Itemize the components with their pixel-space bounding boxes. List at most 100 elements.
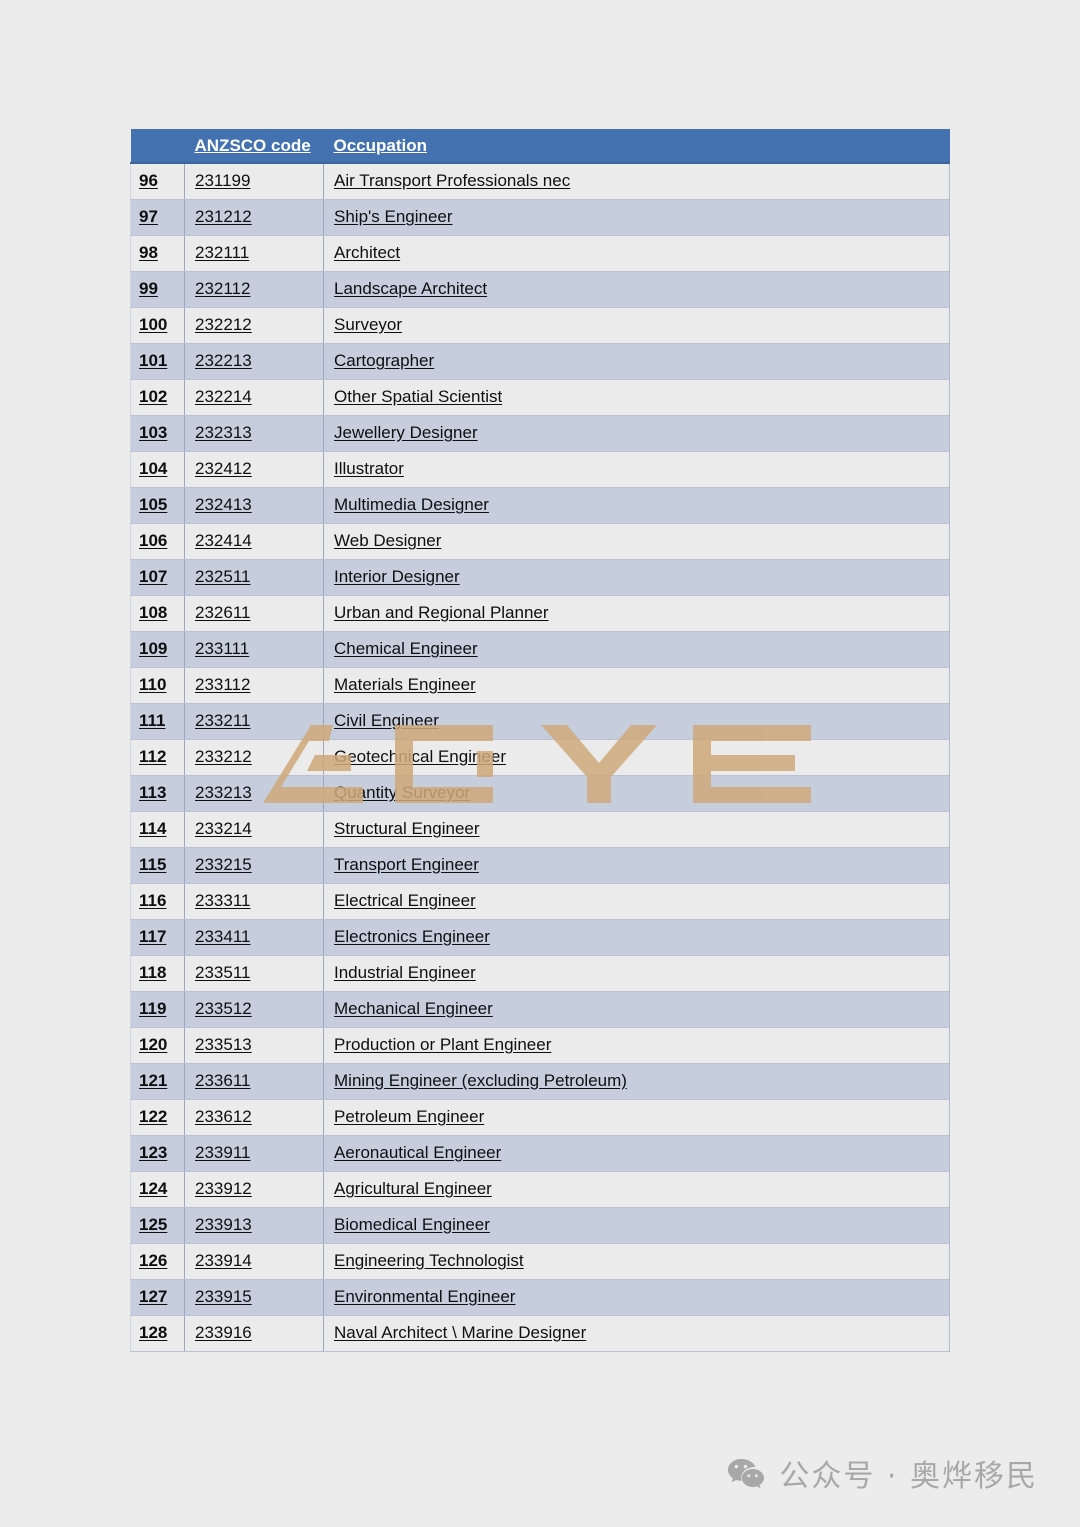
anzsco-code-cell: 233211 [184,702,324,740]
table-row: 114 233214 Structural Engineer [130,810,950,848]
row-index-cell: 123 [130,1134,185,1172]
anzsco-code-value: 233511 [195,963,251,982]
occupation-value: Naval Architect \ Marine Designer [334,1323,587,1342]
document-page: ANZSCO code Occupation 96 231199 Air Trans… [0,0,1080,1527]
occupation-cell: Materials Engineer [323,666,950,704]
row-index-value: 101 [139,351,168,370]
table-row: 99 232112 Landscape Architect [130,270,950,308]
row-index-value: 99 [139,279,158,298]
occupation-value: Structural Engineer [334,819,480,838]
anzsco-code-cell: 231212 [184,198,324,236]
anzsco-code-cell: 233915 [184,1278,324,1316]
anzsco-code-value: 232511 [195,567,251,586]
row-index-cell: 114 [130,810,185,848]
row-index-value: 104 [139,459,168,478]
anzsco-code-cell: 232213 [184,342,324,380]
row-index-value: 111 [139,711,166,730]
footer-credit: 公众号 · 奥烨移民 [727,1451,1038,1495]
table-row: 107 232511 Interior Designer [130,558,950,596]
occupation-cell: Chemical Engineer [323,630,950,668]
occupation-value: Multimedia Designer [334,495,489,514]
occupation-value: Transport Engineer [334,855,479,874]
anzsco-code-value: 232112 [195,279,251,298]
occupation-value: Ship's Engineer [334,207,453,226]
occupation-value: Geotechnical Engineer [334,747,507,766]
occupation-cell: Structural Engineer [323,810,950,848]
occupation-cell: Petroleum Engineer [323,1098,950,1136]
row-index-value: 108 [139,603,168,622]
table-row: 106 232414 Web Designer [130,522,950,560]
anzsco-code-cell: 232313 [184,414,324,452]
anzsco-code-cell: 233111 [184,630,324,668]
occupation-cell: Mining Engineer (excluding Petroleum) [323,1062,950,1100]
anzsco-code-cell: 231199 [184,162,324,200]
anzsco-code-value: 233111 [195,639,250,658]
occupation-value: Aeronautical Engineer [334,1143,502,1162]
anzsco-occupation-table-wrapper: ANZSCO code Occupation 96 231199 Air Trans… [130,129,950,1352]
row-index-cell: 127 [130,1278,185,1316]
row-index-value: 124 [139,1179,168,1198]
anzsco-code-cell: 232413 [184,486,324,524]
anzsco-code-value: 233915 [195,1287,252,1306]
anzsco-code-value: 232111 [195,243,250,262]
occupation-cell: Transport Engineer [323,846,950,884]
row-index-value: 100 [139,315,168,334]
anzsco-code-value: 232414 [195,531,252,550]
occupation-value: Environmental Engineer [334,1287,516,1306]
occupation-value: Electronics Engineer [334,927,490,946]
occupation-value: Mining Engineer (excluding Petroleum) [334,1071,627,1090]
table-row: 118 233511 Industrial Engineer [130,954,950,992]
occupation-value: Surveyor [334,315,403,334]
row-index-value: 96 [139,171,158,191]
anzsco-code-value: 232413 [195,495,252,514]
row-index-value: 114 [139,819,167,838]
occupation-cell: Other Spatial Scientist [323,378,950,416]
row-index-value: 122 [139,1107,168,1126]
row-index-cell: 98 [130,234,185,272]
row-index-value: 109 [139,639,168,658]
anzsco-code-value: 232213 [195,351,252,370]
row-index-value: 117 [139,927,167,946]
table-header-row: ANZSCO code Occupation [130,129,950,164]
table-row: 103 232313 Jewellery Designer [130,414,950,452]
anzsco-code-cell: 233112 [184,666,324,704]
row-index-value: 105 [139,495,168,514]
column-header-anzsco-code-label: ANZSCO code [194,135,311,155]
table-row: 97 231212 Ship's Engineer [130,198,950,236]
row-index-cell: 99 [130,270,185,308]
row-index-cell: 101 [130,342,185,380]
anzsco-code-value: 233912 [195,1179,252,1198]
anzsco-code-value: 233213 [195,783,252,802]
anzsco-code-cell: 233512 [184,990,324,1028]
anzsco-occupation-table: ANZSCO code Occupation 96 231199 Air Trans… [130,129,950,1352]
occupation-value: Chemical Engineer [334,639,478,658]
anzsco-code-value: 233914 [195,1251,252,1270]
row-index-value: 116 [139,891,167,910]
table-row: 112 233212 Geotechnical Engineer [130,738,950,776]
row-index-cell: 125 [130,1206,185,1244]
row-index-cell: 115 [130,846,185,884]
anzsco-code-value: 232212 [195,315,252,334]
anzsco-code-value: 233611 [195,1071,251,1090]
row-index-value: 97 [139,207,158,226]
anzsco-code-cell: 233612 [184,1098,324,1136]
row-index-cell: 100 [130,306,185,344]
table-row: 122 233612 Petroleum Engineer [130,1098,950,1136]
anzsco-code-cell: 233213 [184,774,324,812]
table-row: 96 231199 Air Transport Professionals nec [130,162,950,200]
row-index-cell: 121 [130,1062,185,1100]
occupation-cell: Quantity Surveyor [323,774,950,812]
table-row: 124 233912 Agricultural Engineer [130,1170,950,1208]
anzsco-code-cell: 232611 [184,594,324,632]
row-index-cell: 103 [130,414,185,452]
row-index-cell: 105 [130,486,185,524]
footer-credit-text: 公众号 · 奥烨移民 [779,1459,1038,1494]
table-row: 117 233411 Electronics Engineer [130,918,950,956]
occupation-cell: Cartographer [323,342,950,380]
wechat-icon [727,1457,765,1489]
occupation-value: Cartographer [334,351,435,370]
anzsco-code-cell: 233513 [184,1026,324,1064]
occupation-cell: Architect [323,234,950,272]
column-header-anzsco-code: ANZSCO code [184,129,324,164]
table-row: 126 233914 Engineering Technologist [130,1242,950,1280]
